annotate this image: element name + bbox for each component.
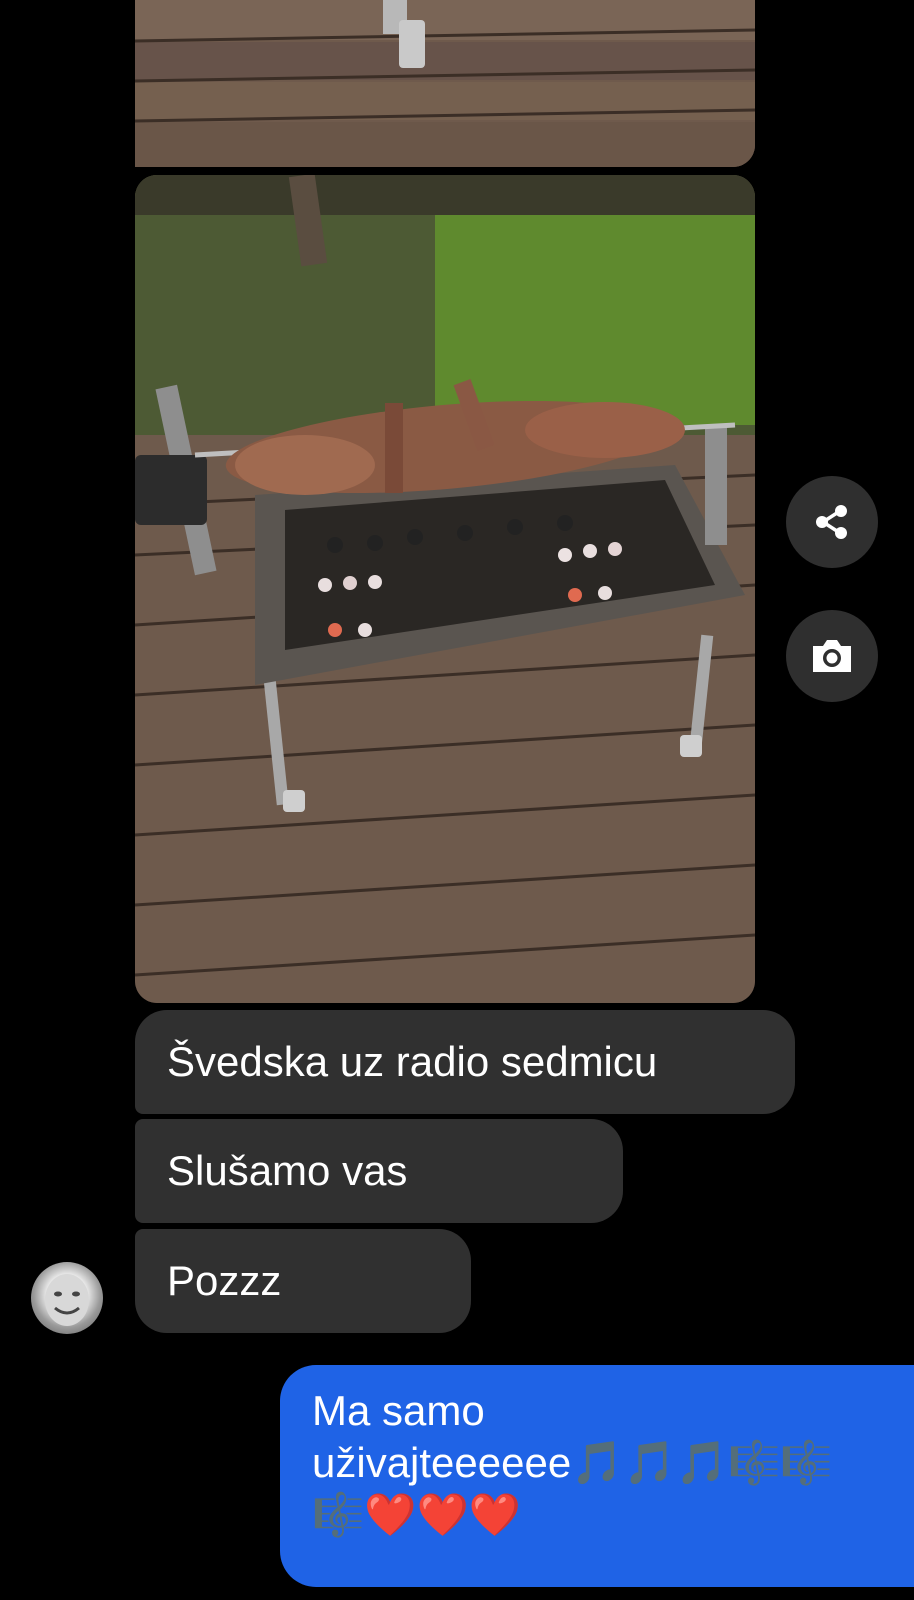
message-text: Švedska uz radio sedmicu — [167, 1038, 658, 1085]
sender-avatar[interactable] — [31, 1262, 103, 1334]
camera-icon — [813, 640, 851, 672]
message-text: Slušamo vas — [167, 1147, 408, 1194]
received-message[interactable]: Švedska uz radio sedmicu — [135, 1010, 795, 1114]
received-message[interactable]: Slušamo vas — [135, 1119, 623, 1223]
deck-photo-top-image — [135, 0, 755, 167]
received-message[interactable]: Pozzz — [135, 1229, 471, 1333]
spit-roast-grill-photo[interactable] — [135, 175, 755, 1003]
message-text-line: 🎼❤️❤️❤️ — [312, 1491, 522, 1538]
avatar-face-image — [45, 1274, 89, 1326]
message-text-line: uživajteeeeee🎵🎵🎵🎼🎼 — [312, 1439, 833, 1486]
share-icon — [816, 505, 847, 539]
deck-photo-top[interactable] — [135, 0, 755, 167]
share-button[interactable] — [786, 476, 878, 568]
camera-button[interactable] — [786, 610, 878, 702]
sent-message[interactable]: Ma samo uživajteeeeee🎵🎵🎵🎼🎼 🎼❤️❤️❤️ — [280, 1365, 914, 1587]
message-text-line: Ma samo — [312, 1387, 485, 1434]
message-text: Pozzz — [167, 1257, 282, 1304]
spit-roast-grill-image — [135, 175, 755, 1003]
